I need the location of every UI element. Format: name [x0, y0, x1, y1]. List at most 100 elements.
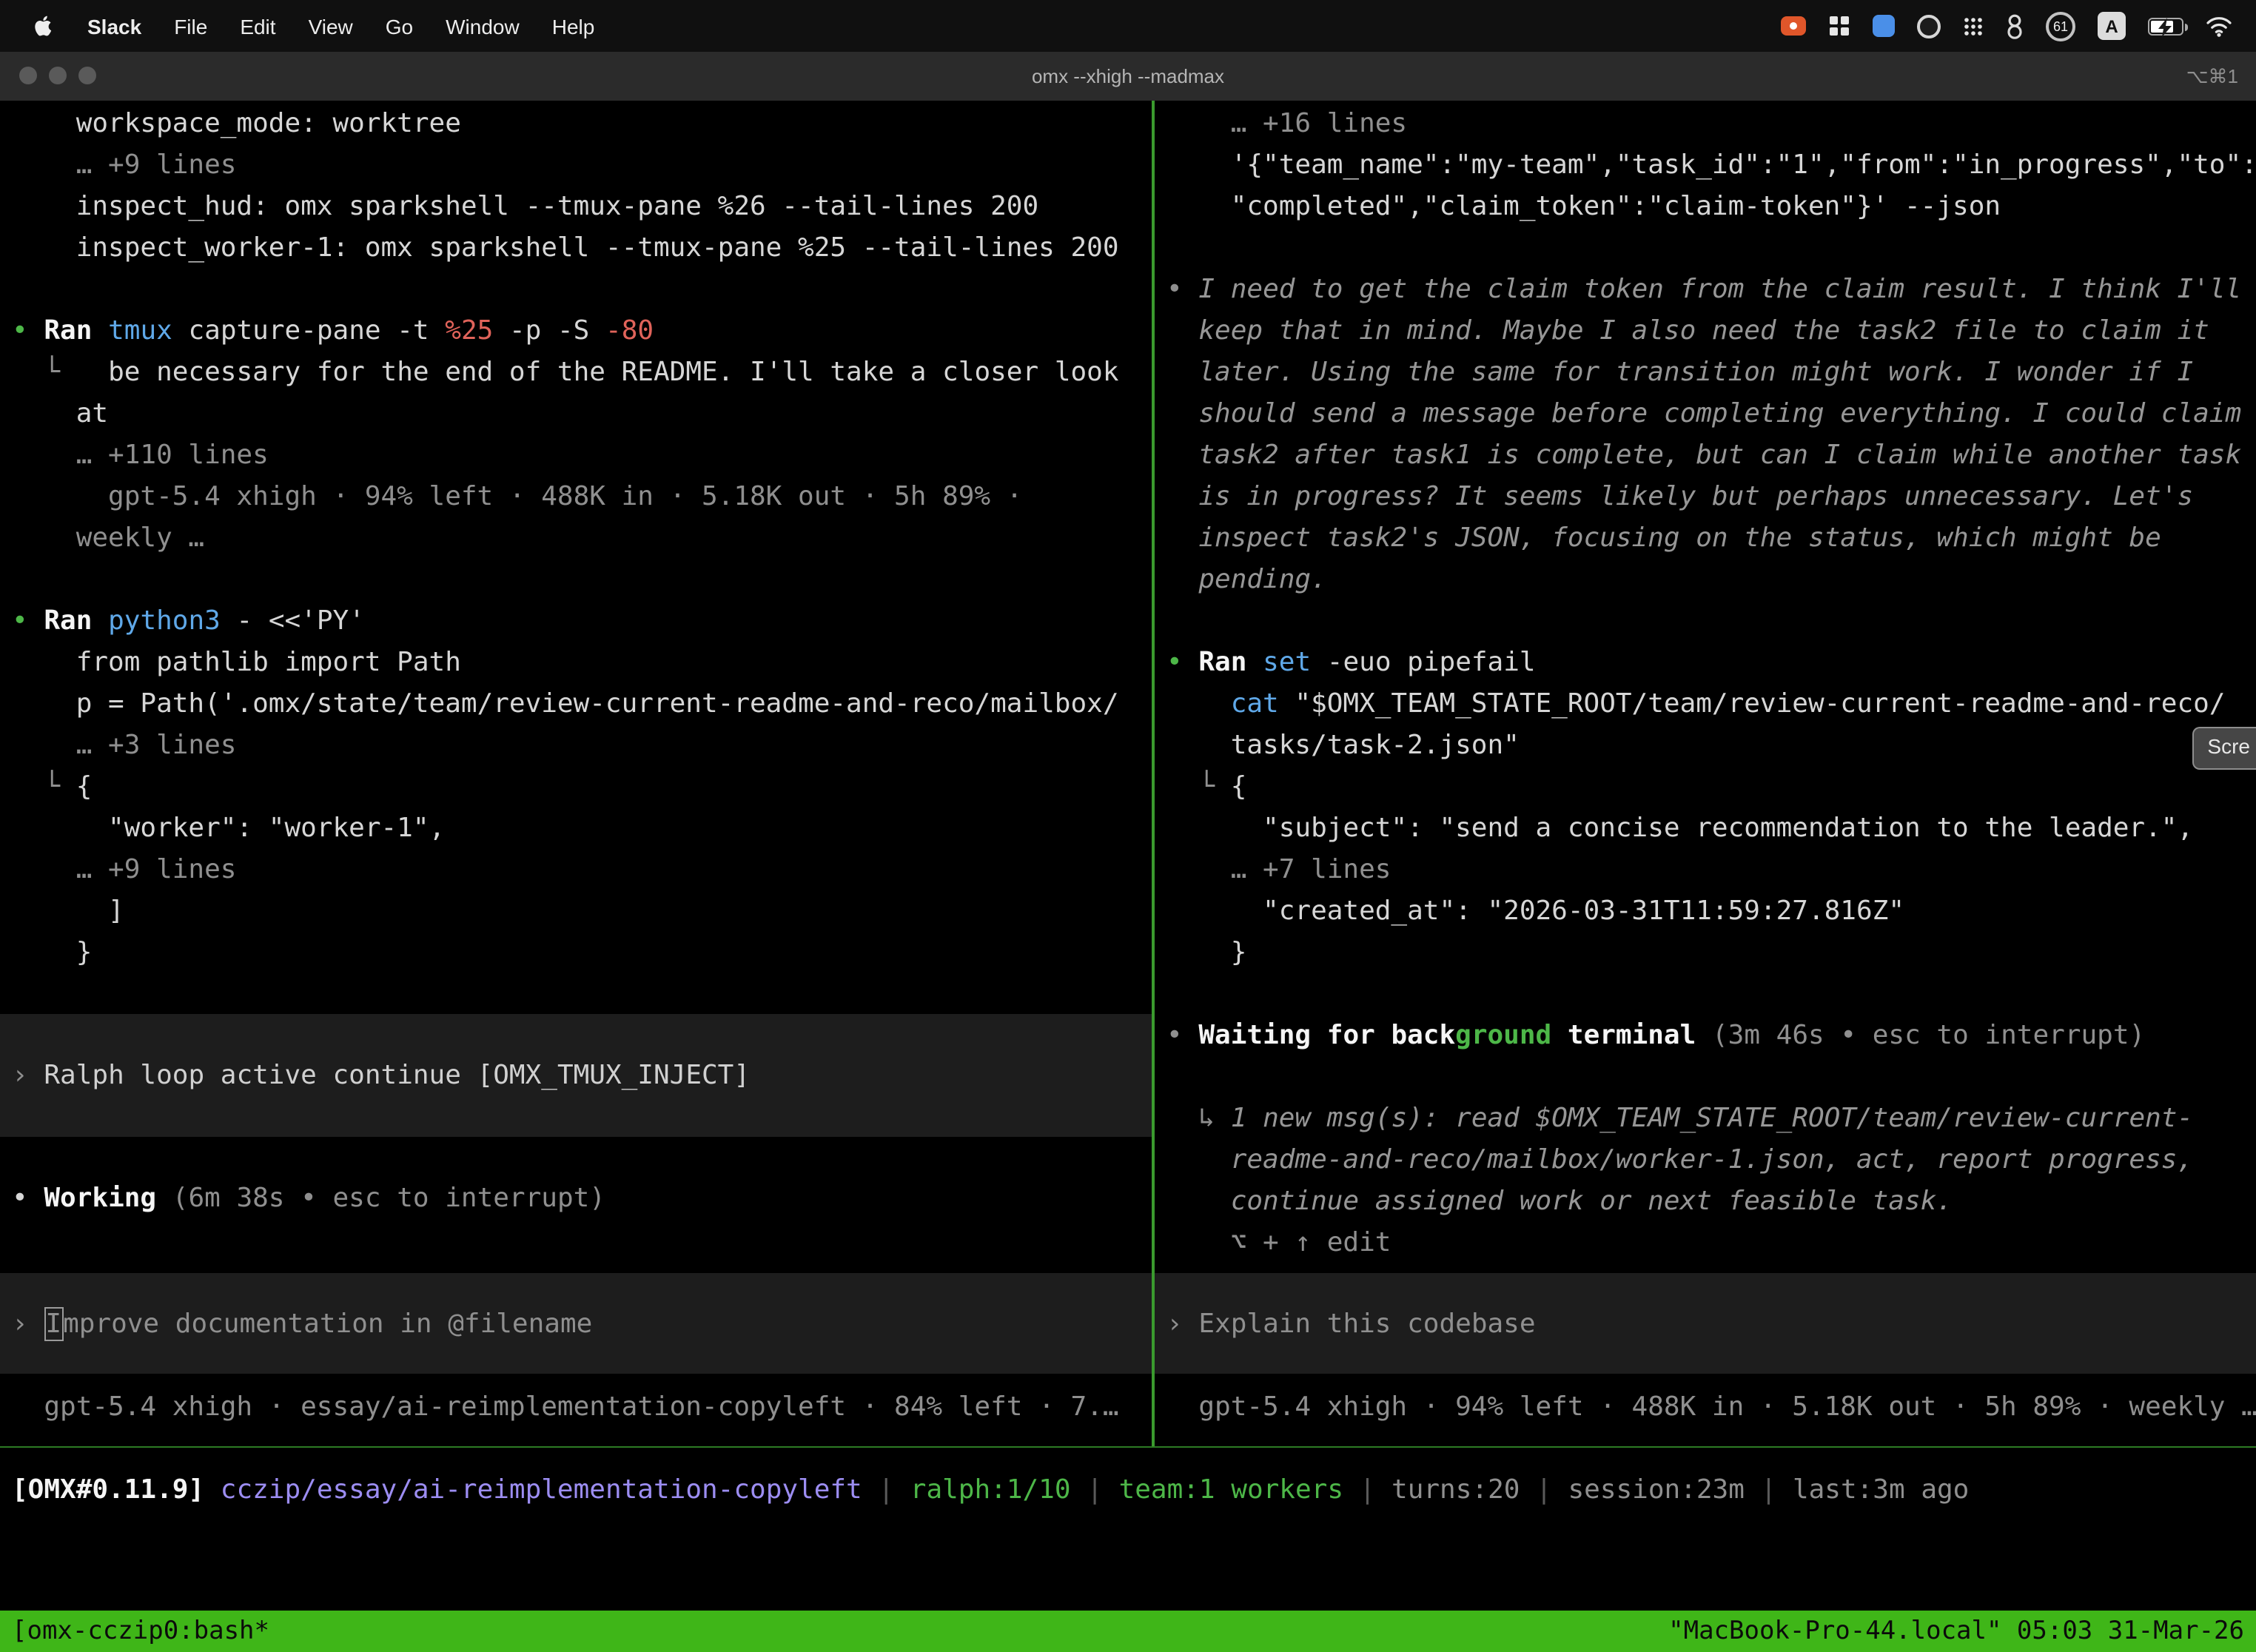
terminal-line: readme-and-reco/mailbox/worker-1.json, a… [1166, 1140, 2256, 1181]
dark-circle-app-icon[interactable] [1917, 14, 1941, 38]
terminal-line: • Ran python3 - <<'PY' [12, 601, 1152, 642]
terminal-line: p = Path('.omx/state/team/review-current… [12, 684, 1152, 725]
prompt-placeholder: mprove documentation in @filename [63, 1308, 592, 1339]
window-shortcut-hint: ⌥⌘1 [2186, 64, 2238, 88]
terminal-line: "worker": "worker-1", [12, 808, 1152, 850]
terminal-line: '{"team_name":"my-team","task_id":"1","f… [1166, 145, 2256, 187]
dots-grid-icon[interactable] [1963, 16, 1984, 36]
input-source-letter: A [2105, 16, 2118, 36]
terminal-line [12, 269, 1152, 311]
apple-icon [34, 13, 55, 38]
menu-item-edit[interactable]: Edit [224, 0, 292, 52]
blue-app-icon[interactable] [1873, 15, 1895, 37]
menu-item-window[interactable]: Window [429, 0, 536, 52]
minimize-button[interactable] [49, 67, 67, 84]
zoom-button[interactable] [78, 67, 96, 84]
right-pane-output: … +16 lines '{"team_name":"my-team","tas… [1155, 101, 2256, 1264]
terminal-line: keep that in mind. Maybe I also need the… [1166, 311, 2256, 352]
terminal-line: • Waiting for background terminal (3m 46… [1166, 1015, 2256, 1057]
left-pane-output: workspace_mode: worktree … +9 lines insp… [0, 101, 1152, 974]
battery-icon[interactable] [2148, 17, 2183, 35]
terminal-line: … +3 lines [12, 725, 1152, 767]
terminal-line: • Ran set -euo pipefail [1166, 642, 2256, 684]
recording-indicator-icon[interactable] [1781, 16, 1806, 36]
terminal-line: "subject": "send a concise recommendatio… [1166, 808, 2256, 850]
terminal-line: inspect_hud: omx sparkshell --tmux-pane … [12, 187, 1152, 228]
grid-icon[interactable] [1828, 15, 1850, 37]
terminal-line: } [1166, 933, 2256, 974]
terminal-line: "created_at": "2026-03-31T11:59:27.816Z" [1166, 891, 2256, 933]
left-pane-footer: gpt-5.4 xhigh · essay/ai-reimplementatio… [12, 1387, 1119, 1428]
terminal-line: … +9 lines [12, 850, 1152, 891]
figure-eight-icon[interactable] [2006, 13, 2024, 39]
charging-bolt-icon [2158, 17, 2172, 36]
tmux-session-label: [omx-cczip0:bash* [12, 1611, 269, 1652]
menu-item-view[interactable]: View [292, 0, 369, 52]
terminal-line: … +110 lines [12, 435, 1152, 477]
wifi-icon[interactable] [2206, 16, 2232, 36]
terminal-line: └ { [1166, 767, 2256, 808]
terminal-line [1166, 974, 2256, 1015]
menu-app-name[interactable]: Slack [71, 0, 158, 52]
meter-badge[interactable]: 61 [2046, 11, 2075, 41]
terminal-line: inspect_worker-1: omx sparkshell --tmux-… [12, 228, 1152, 269]
pane-horizontal-border [0, 1446, 2256, 1448]
screen: Slack FileEditViewGoWindowHelp 61 A [0, 0, 2256, 1652]
terminal-line: is in progress? It seems likely but perh… [1166, 477, 2256, 518]
terminal-line: … +9 lines [12, 145, 1152, 187]
terminal-line: ↳ 1 new msg(s): read $OMX_TEAM_STATE_ROO… [1166, 1098, 2256, 1140]
terminal-line: └ { [12, 767, 1152, 808]
tmux-status-bar: [omx-cczip0:bash* "MacBook-Pro-44.local"… [0, 1611, 2256, 1652]
terminal-line: "completed","claim_token":"claim-token"}… [1166, 187, 2256, 228]
terminal-line: } [12, 933, 1152, 974]
omx-hud-status-line: [OMX#0.11.9] cczip/essay/ai-reimplementa… [12, 1470, 1969, 1511]
prompt-input-left[interactable]: › Improve documentation in @filename [0, 1273, 1152, 1374]
terminal-panes: workspace_mode: worktree … +9 lines insp… [0, 101, 2256, 1446]
chevron-icon: › [1166, 1308, 1198, 1339]
prompt-input-right[interactable]: › Explain this codebase [1155, 1273, 2256, 1374]
terminal-line: at [12, 394, 1152, 435]
apple-menu[interactable] [18, 0, 71, 52]
terminal-line: cat "$OMX_TEAM_STATE_ROOT/team/review-cu… [1166, 684, 2256, 725]
terminal-line: weekly … [12, 518, 1152, 560]
terminal-line: continue assigned work or next feasible … [1166, 1181, 2256, 1223]
menu-items: FileEditViewGoWindowHelp [158, 0, 611, 52]
meter-value: 61 [2053, 19, 2068, 33]
menu-item-help[interactable]: Help [536, 0, 611, 52]
window-title: omx --xhigh --madmax [0, 65, 2256, 87]
terminal-line: └ be necessary for the end of the README… [12, 352, 1152, 394]
left-terminal-pane[interactable]: workspace_mode: worktree … +9 lines insp… [0, 101, 1152, 1446]
terminal-line [1166, 601, 2256, 642]
terminal-line: pending. [1166, 560, 2256, 601]
terminal-line: tasks/task-2.json" [1166, 725, 2256, 767]
terminal-line: … +16 lines [1166, 104, 2256, 145]
chevron-icon: › [12, 1308, 44, 1339]
close-button[interactable] [19, 67, 37, 84]
menu-bar-status: 61 A [1781, 11, 2238, 41]
terminal-line: • I need to get the claim token from the… [1166, 269, 2256, 311]
terminal-line: from pathlib import Path [12, 642, 1152, 684]
terminal-line: ⌥ + ↑ edit [1166, 1223, 2256, 1264]
right-terminal-pane[interactable]: … +16 lines '{"team_name":"my-team","tas… [1155, 101, 2256, 1446]
terminal-line: workspace_mode: worktree [12, 104, 1152, 145]
text-cursor: I [44, 1306, 63, 1340]
menu-bar-left: Slack FileEditViewGoWindowHelp [18, 0, 611, 52]
terminal-line: … +7 lines [1166, 850, 2256, 891]
terminal-line: inspect task2's JSON, focusing on the st… [1166, 518, 2256, 560]
input-source-badge[interactable]: A [2098, 12, 2126, 40]
menu-bar: Slack FileEditViewGoWindowHelp 61 A [0, 0, 2256, 52]
prompt-placeholder: Explain this codebase [1198, 1308, 1535, 1339]
terminal-line: • Ran tmux capture-pane -t %25 -p -S -80 [12, 311, 1152, 352]
terminal-line: gpt-5.4 xhigh · 94% left · 488K in · 5.1… [12, 477, 1152, 518]
battery-nub [2184, 23, 2188, 30]
terminal-line: later. Using the same for transition mig… [1166, 352, 2256, 394]
inject-banner-text: Ralph loop active continue [OMX_TMUX_INJ… [44, 1060, 750, 1091]
tmux-host-clock: "MacBook-Pro-44.local" 05:03 31-Mar-26 [1668, 1611, 2244, 1652]
terminal-line: should send a message before completing … [1166, 394, 2256, 435]
inject-banner[interactable]: › Ralph loop active continue [OMX_TMUX_I… [0, 1014, 1152, 1137]
chevron-icon: › [12, 1060, 44, 1091]
menu-item-file[interactable]: File [158, 0, 224, 52]
terminal-line: ] [12, 891, 1152, 933]
window-titlebar: omx --xhigh --madmax ⌥⌘1 [0, 52, 2256, 102]
menu-item-go[interactable]: Go [369, 0, 429, 52]
